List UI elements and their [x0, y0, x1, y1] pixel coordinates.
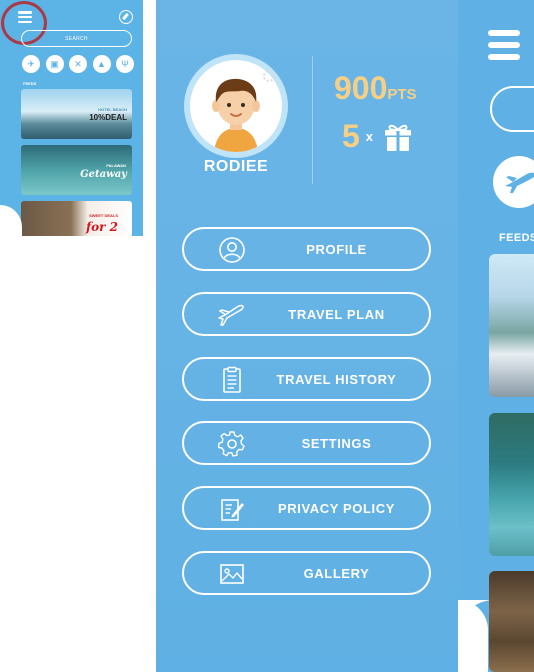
feed-card[interactable]: [489, 254, 534, 397]
travel-plan-button[interactable]: TRAVEL PLAN: [182, 292, 431, 336]
avatar-ring: [184, 54, 288, 158]
feed-card-line2: for 2: [85, 220, 118, 234]
gift-display: 5 x: [342, 118, 412, 155]
document-edit-icon: [221, 499, 244, 521]
feed-card[interactable]: PALAWAN Getaway: [21, 145, 132, 195]
airplane-icon: [505, 172, 534, 193]
feed-card[interactable]: HOTEL BEACH 10%DEAL: [21, 89, 132, 139]
edit-avatar-gear-icon[interactable]: [263, 70, 275, 82]
user-icon: [219, 237, 245, 263]
decorative-curve: [0, 205, 22, 236]
travel-plan-button-label: TRAVEL PLAN: [288, 307, 385, 322]
partial-home-screen: FEEDS: [458, 0, 534, 672]
gallery-button[interactable]: GALLERY: [182, 551, 431, 595]
bus-category-icon[interactable]: ▣: [45, 55, 64, 73]
search-input[interactable]: [490, 86, 534, 132]
food-category-icon[interactable]: ✕: [69, 55, 87, 73]
feed-card[interactable]: [489, 571, 534, 672]
gift-count: 5: [342, 118, 360, 154]
username: RODIEE: [203, 158, 269, 175]
gift-multiplier: x: [365, 129, 374, 144]
feed-card-line1: PALAWAN: [106, 163, 126, 168]
points-unit: PTS: [387, 86, 417, 103]
airplane-icon: [218, 304, 244, 326]
gear-icon: [218, 431, 245, 457]
airplane-category-icon[interactable]: ✈: [22, 55, 40, 73]
feed-card-line2: Getaway: [80, 169, 127, 180]
privacy-policy-button-label: PRIVACY POLICY: [278, 501, 395, 516]
feeds-label: FEEDS: [23, 81, 37, 86]
points-display: 900PTS: [334, 70, 417, 107]
hamburger-menu-icon[interactable]: [488, 30, 520, 60]
points-value: 900: [334, 70, 388, 106]
feed-card[interactable]: [489, 413, 534, 556]
feed-card[interactable]: SWEET DEALS for 2: [21, 201, 132, 236]
privacy-policy-button[interactable]: PRIVACY POLICY: [182, 486, 431, 530]
feed-card-line1: HOTEL BEACH: [98, 107, 127, 112]
feed-card-line2: 10%DEAL: [89, 113, 127, 122]
compass-icon[interactable]: [119, 10, 133, 24]
profile-button-label: PROFILE: [306, 242, 367, 257]
gallery-button-label: GALLERY: [303, 566, 370, 581]
mountain-category-icon[interactable]: ▲: [92, 55, 111, 73]
profile-button[interactable]: PROFILE: [182, 227, 431, 271]
hamburger-menu-icon[interactable]: [18, 11, 32, 23]
gift-icon: [385, 124, 412, 151]
image-icon: [220, 564, 244, 584]
divider: [312, 56, 313, 184]
feeds-label: FEEDS: [499, 232, 534, 244]
clipboard-icon: [223, 366, 241, 393]
category-bar: ✈ ▣ ✕ ▲ Ψ: [22, 55, 134, 73]
thumbnail-home-screen: SEARCH ✈ ▣ ✕ ▲ Ψ FEEDS HOTEL BEACH 10%DE…: [0, 0, 143, 236]
travel-history-button-label: TRAVEL HISTORY: [276, 372, 397, 387]
airplane-category-icon[interactable]: [493, 156, 534, 208]
search-input[interactable]: SEARCH: [21, 30, 132, 47]
side-menu-screen: RODIEE 900PTS 5 x PROFILE TRAVEL PLAN TR…: [156, 0, 458, 672]
feed-card-line1: SWEET DEALS: [89, 213, 118, 218]
screenshot-stage: SEARCH ✈ ▣ ✕ ▲ Ψ FEEDS HOTEL BEACH 10%DE…: [0, 0, 534, 672]
beach-category-icon[interactable]: Ψ: [116, 55, 134, 73]
settings-button-label: SETTINGS: [301, 436, 372, 451]
travel-history-button[interactable]: TRAVEL HISTORY: [182, 357, 431, 401]
settings-button[interactable]: SETTINGS: [182, 421, 431, 465]
